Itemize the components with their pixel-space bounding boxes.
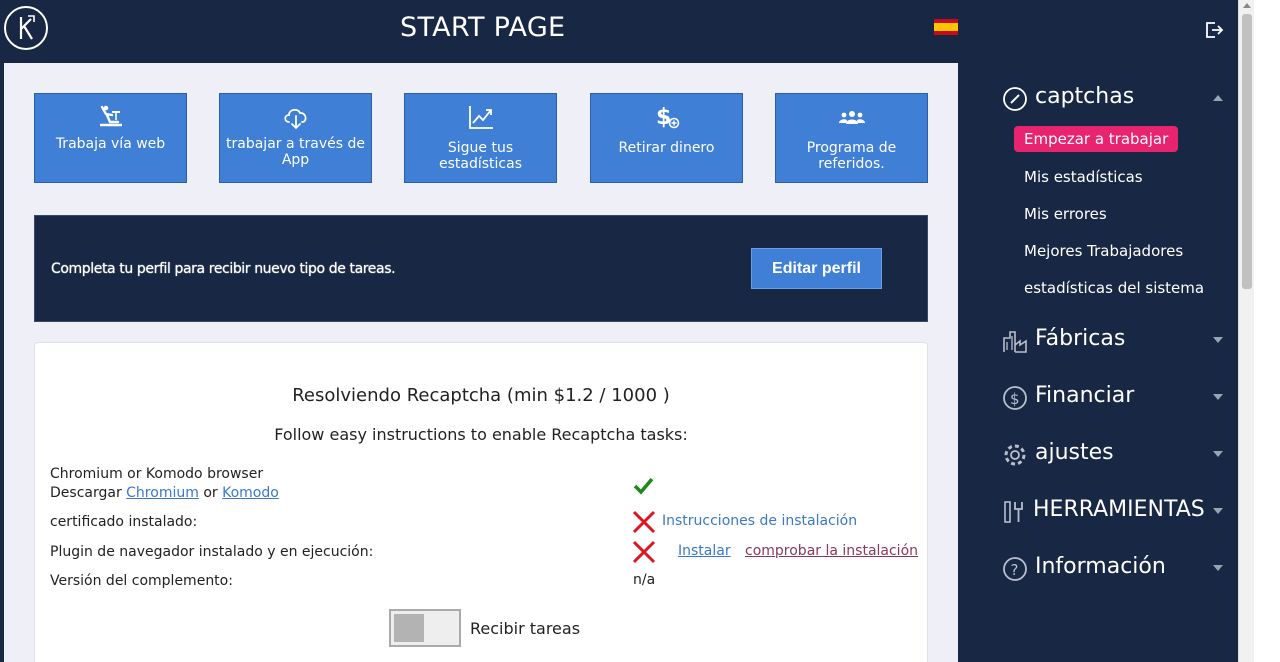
sidebar-item-my-errors[interactable]: Mis errores (1024, 205, 1107, 223)
tile-label: Retirar dinero (618, 140, 715, 156)
chevron-down-icon (1213, 508, 1223, 514)
check-install-link[interactable]: comprobar la instalación (745, 543, 918, 559)
browser-label: Chromium or Komodo browser (50, 466, 264, 482)
tile-statistics[interactable]: Sigue tus estadísticas (404, 93, 557, 183)
tile-work-web[interactable]: Trabaja vía web (34, 93, 187, 183)
chevron-up-icon (1213, 95, 1223, 101)
factory-icon (1002, 328, 1028, 354)
page-title: START PAGE (400, 12, 566, 43)
chromium-link[interactable]: Chromium (126, 485, 199, 501)
version-value: n/a (633, 572, 656, 588)
cross-icon (632, 510, 656, 538)
cloud-download-icon (220, 103, 371, 131)
window-gutter (1254, 0, 1280, 662)
sidebar-item-system-stats[interactable]: estadísticas del sistema (1024, 279, 1204, 297)
nav-section-factories[interactable]: Fábricas (1002, 324, 1238, 358)
cert-label: certificado instalado: (50, 514, 198, 530)
top-header: START PAGE (0, 0, 958, 63)
chevron-down-icon (1213, 394, 1223, 400)
logout-icon[interactable] (1204, 20, 1224, 40)
toggle-label: Recibir tareas (470, 619, 581, 638)
sidebar: captchas Empezar a trabajar Mis estadíst… (958, 0, 1238, 662)
card-title: Resolviendo Recaptcha (min $1.2 / 1000 ) (292, 385, 670, 406)
browser-requirement: Chromium or Komodo browser Descargar Chr… (50, 465, 279, 503)
tile-label: Trabaja vía web (55, 136, 166, 152)
nav-section-information[interactable]: ? Información (1002, 552, 1238, 586)
nav-section-tools[interactable]: HERRAMIENTAS (1002, 495, 1238, 529)
scrollbar-thumb[interactable] (1242, 14, 1252, 289)
install-link[interactable]: Instalar (678, 543, 731, 559)
question-circle-icon: ? (1002, 556, 1028, 582)
svg-text:$: $ (1010, 390, 1020, 408)
komodo-link[interactable]: Komodo (222, 485, 279, 501)
svg-text:$: $ (656, 105, 671, 130)
tools-icon (1002, 499, 1028, 525)
tile-label: Programa de referidos. (806, 140, 897, 172)
edit-profile-button[interactable]: Editar perfil (751, 248, 882, 289)
version-label: Versión del complemento: (50, 573, 233, 589)
plugin-label: Plugin de navegador instalado y en ejecu… (50, 544, 374, 560)
worker-icon (35, 103, 186, 131)
recaptcha-task-card: Resolviendo Recaptcha (min $1.2 / 1000 )… (34, 342, 928, 662)
sidebar-item-top-workers[interactable]: Mejores Trabajadores (1024, 242, 1183, 260)
dollar-circle-icon: $ (1002, 385, 1028, 411)
chart-line-icon (405, 103, 556, 131)
nav-section-captchas[interactable]: captchas (1002, 82, 1238, 116)
sidebar-item-start-work[interactable]: Empezar a trabajar (1014, 126, 1179, 152)
dollar-plus-icon: $ (591, 103, 742, 131)
chevron-down-icon (1213, 565, 1223, 571)
banner-text: Completa tu perfil para recibir nuevo ti… (51, 261, 396, 277)
main-content: Trabaja vía web trabajar a través de App… (4, 63, 958, 662)
tile-label: trabajar a través de App (226, 136, 365, 168)
users-group-icon (776, 103, 927, 131)
download-line: Descargar Chromium or Komodo (50, 485, 279, 501)
nav-section-settings[interactable]: ajustes (1002, 438, 1238, 472)
tile-withdraw[interactable]: $ Retirar dinero (590, 93, 743, 183)
check-icon (632, 475, 654, 501)
tile-label: Sigue tus estadísticas (439, 140, 522, 172)
page-scrollbar[interactable] (1238, 0, 1254, 662)
cross-icon (632, 540, 656, 568)
gear-icon (1002, 442, 1028, 468)
card-subtitle: Follow easy instructions to enable Recap… (274, 425, 688, 444)
logo-icon[interactable] (4, 6, 48, 50)
quick-actions: Trabaja vía web trabajar a través de App… (34, 93, 928, 183)
tile-referrals[interactable]: Programa de referidos. (775, 93, 928, 183)
chevron-down-icon (1213, 337, 1223, 343)
tile-work-app[interactable]: trabajar a través de App (219, 93, 372, 183)
nav-section-finance[interactable]: $ Financiar (1002, 381, 1238, 415)
scroll-up-icon[interactable] (1243, 3, 1251, 8)
gauge-icon (1002, 86, 1028, 112)
install-instructions-link[interactable]: Instrucciones de instalación (662, 513, 857, 529)
chevron-down-icon (1213, 451, 1223, 457)
profile-banner: Completa tu perfil para recibir nuevo ti… (34, 215, 928, 322)
spain-flag-icon[interactable] (934, 19, 958, 35)
svg-text:?: ? (1011, 561, 1019, 579)
toggle-knob (394, 614, 424, 642)
sidebar-item-my-stats[interactable]: Mis estadísticas (1024, 168, 1143, 186)
receive-tasks-toggle[interactable] (389, 609, 461, 647)
